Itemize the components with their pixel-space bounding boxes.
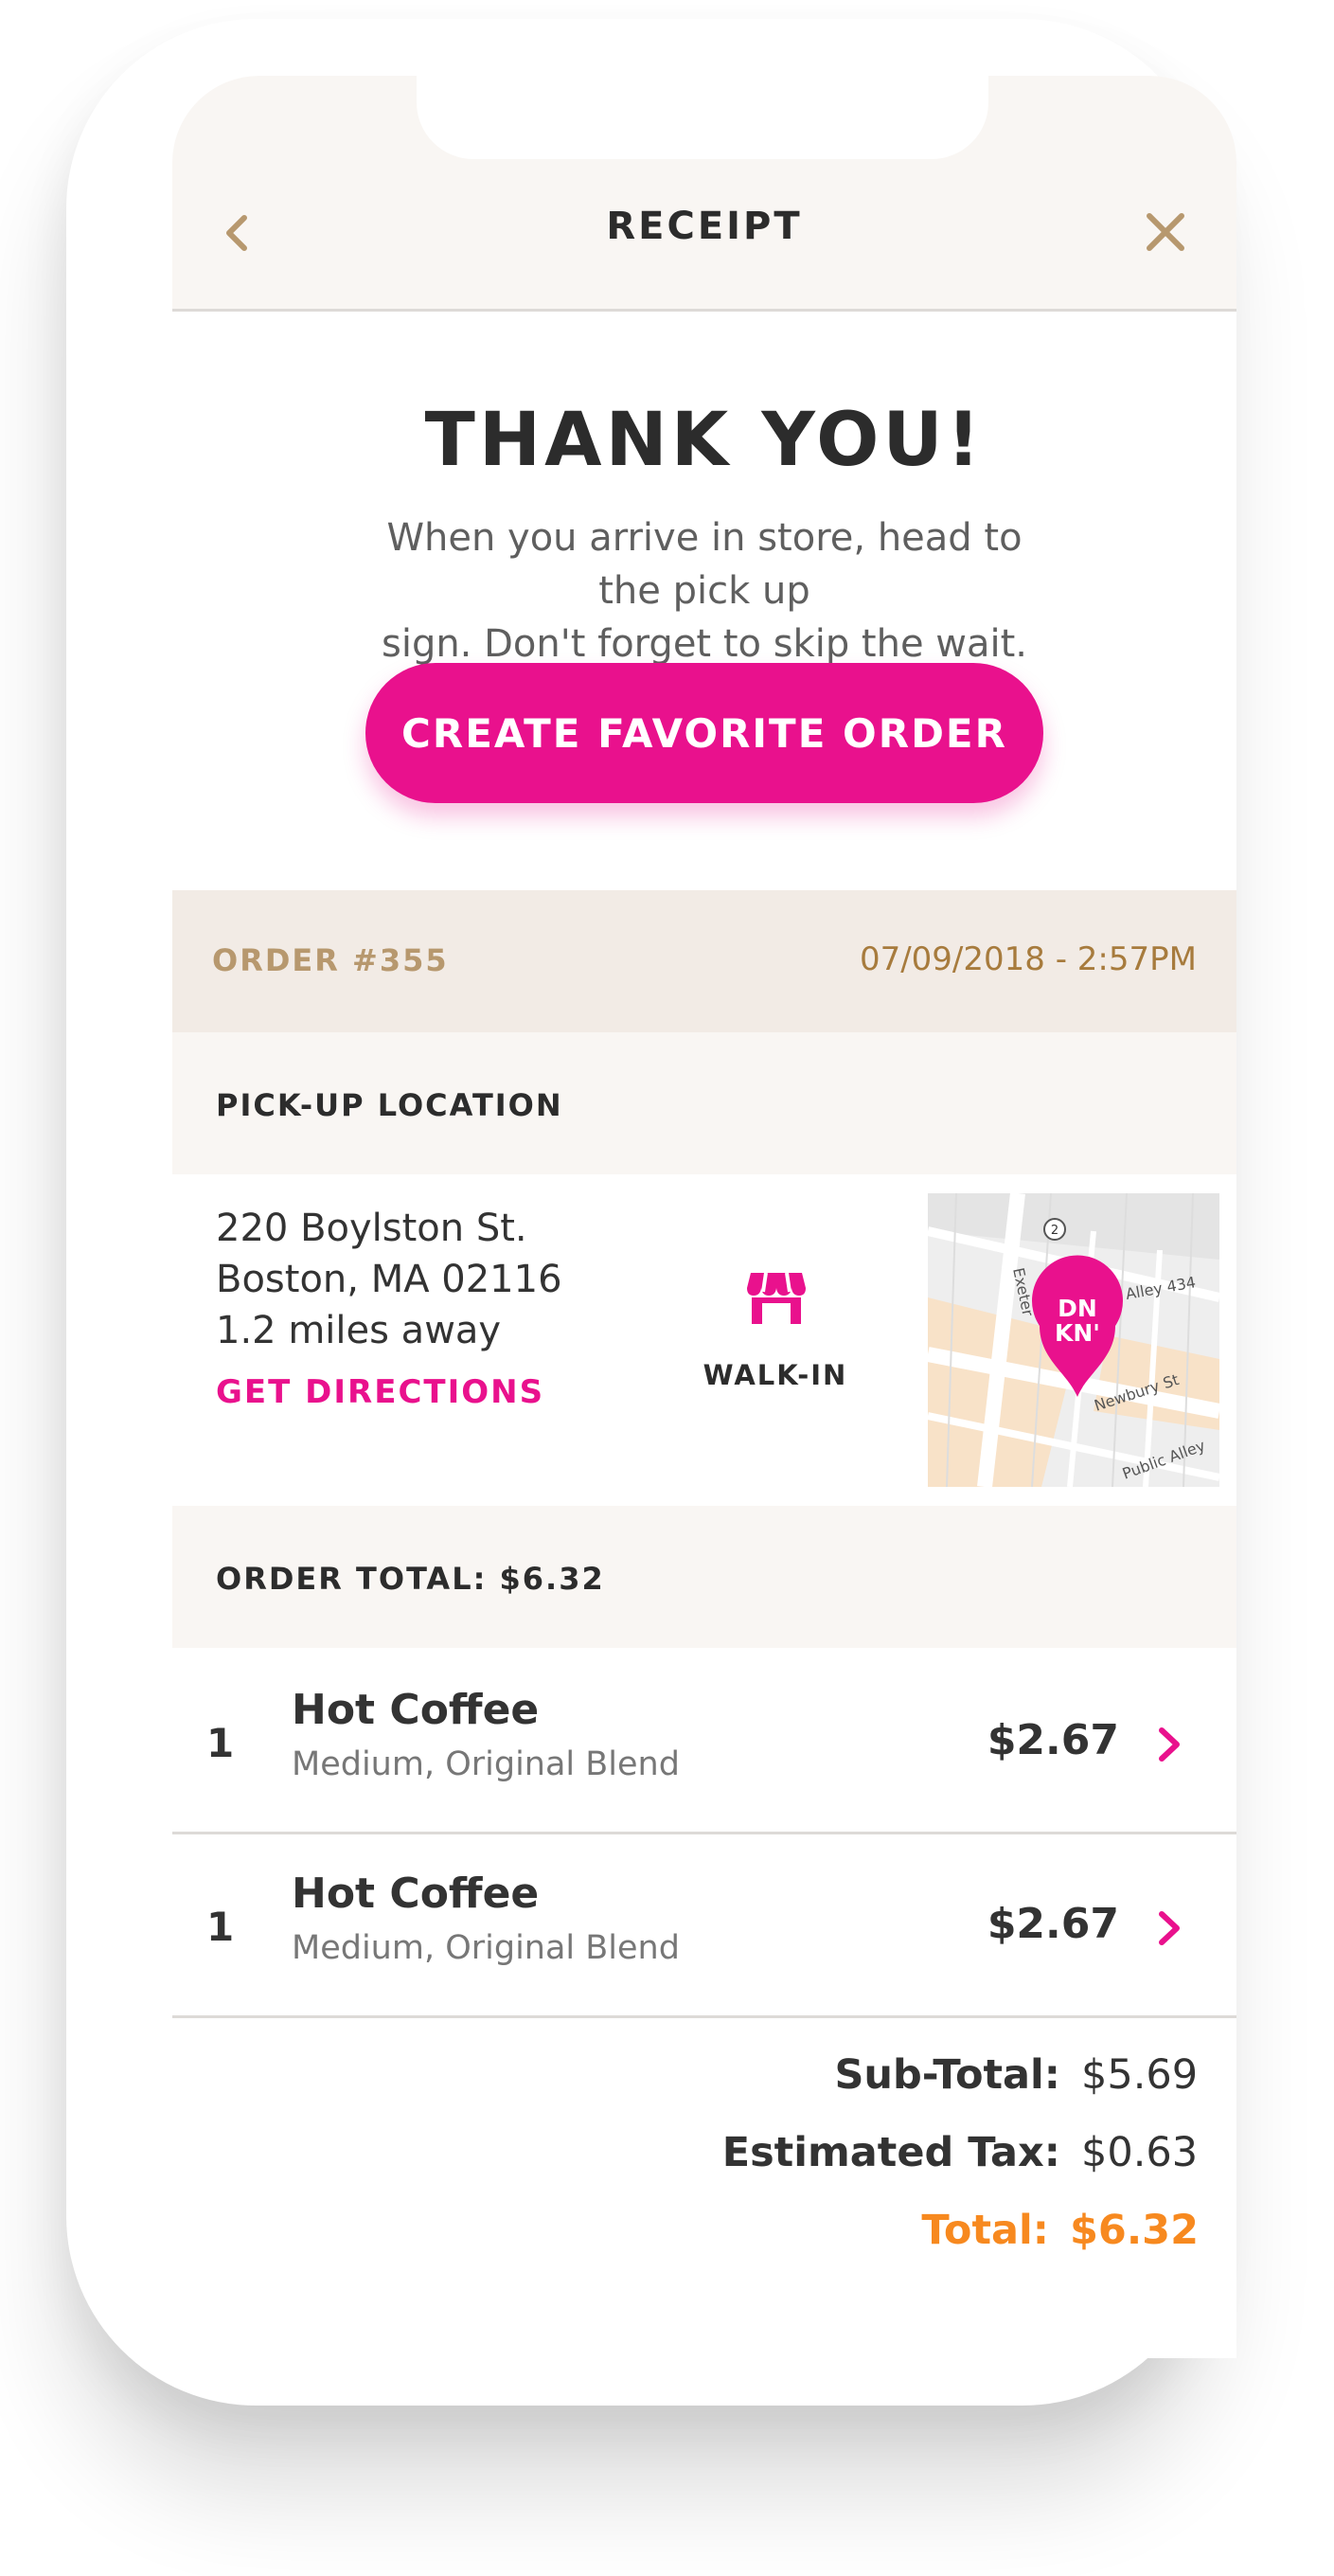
receipt-screen: RECEIPT THANK YOU! When you arrive in st…: [172, 76, 1236, 2358]
pickup-location-label: PICK-UP LOCATION: [216, 1087, 563, 1123]
device-notch: [417, 76, 988, 159]
phone-frame: RECEIPT THANK YOU! When you arrive in st…: [66, 19, 1236, 2406]
store-distance: 1.2 miles away: [216, 1309, 502, 1352]
walk-in-label: WALK-IN: [703, 1359, 848, 1391]
total-label: Total:: [921, 2207, 1049, 2254]
order-total-label: ORDER TOTAL: $6.32: [216, 1561, 605, 1597]
order-number: ORDER #355: [212, 942, 449, 978]
get-directions-link[interactable]: GET DIRECTIONS: [216, 1373, 544, 1411]
storefront-icon: [747, 1272, 806, 1324]
store-map-thumbnail[interactable]: 2 Exeter Alley 434 Newbury St Public All…: [928, 1193, 1219, 1487]
close-icon[interactable]: [1144, 210, 1187, 254]
address-city: Boston, MA 02116: [216, 1258, 562, 1301]
order-item-row[interactable]: 1 Hot Coffee Medium, Original Blend $2.6…: [172, 1832, 1236, 2018]
order-item-row[interactable]: 1 Hot Coffee Medium, Original Blend $2.6…: [172, 1648, 1236, 1834]
pickup-address: 220 Boylston St. Boston, MA 02116 1.2 mi…: [216, 1203, 562, 1356]
order-date: 07/09/2018 - 2:57PM: [859, 940, 1197, 978]
address-street: 220 Boylston St.: [216, 1207, 527, 1250]
thank-you-heading: THANK YOU!: [424, 398, 985, 483]
pickup-location-header: PICK-UP LOCATION: [172, 1032, 1236, 1174]
pickup-instructions-line-1: When you arrive in store, head to the pi…: [386, 516, 1023, 613]
tax-value: $0.63: [1081, 2129, 1199, 2176]
total-line: Total: $6.32: [172, 2207, 1199, 2254]
chevron-right-icon[interactable]: [1157, 1726, 1182, 1763]
tax-line: Estimated Tax: $0.63: [172, 2129, 1199, 2176]
page-title: RECEIPT: [606, 205, 803, 248]
order-total-header: ORDER TOTAL: $6.32: [172, 1506, 1236, 1648]
item-price: $2.67: [987, 1716, 1119, 1764]
order-info-bar: ORDER #355 07/09/2018 - 2:57PM: [172, 890, 1236, 1032]
subtotal-line: Sub-Total: $5.69: [172, 2051, 1199, 2099]
item-description: Medium, Original Blend: [292, 1745, 680, 1783]
chevron-right-icon[interactable]: [1157, 1909, 1182, 1947]
subtotal-value: $5.69: [1081, 2051, 1199, 2099]
tax-label: Estimated Tax:: [721, 2129, 1060, 2176]
item-quantity: 1: [206, 1904, 235, 1950]
map-badge-line-1: DN: [1058, 1295, 1097, 1322]
item-name: Hot Coffee: [292, 1869, 540, 1918]
total-value: $6.32: [1069, 2207, 1199, 2254]
item-description: Medium, Original Blend: [292, 1929, 680, 1967]
map-badge-line-2: KN': [1055, 1319, 1100, 1347]
item-price: $2.67: [987, 1900, 1119, 1948]
header-bar: RECEIPT: [172, 76, 1236, 312]
map-route-marker: 2: [1051, 1224, 1058, 1238]
item-quantity: 1: [206, 1720, 235, 1766]
create-favorite-order-button[interactable]: CREATE FAVORITE ORDER: [365, 663, 1043, 803]
pickup-instructions: When you arrive in store, head to the pi…: [352, 511, 1057, 671]
item-name: Hot Coffee: [292, 1686, 540, 1734]
subtotal-label: Sub-Total:: [834, 2051, 1060, 2099]
